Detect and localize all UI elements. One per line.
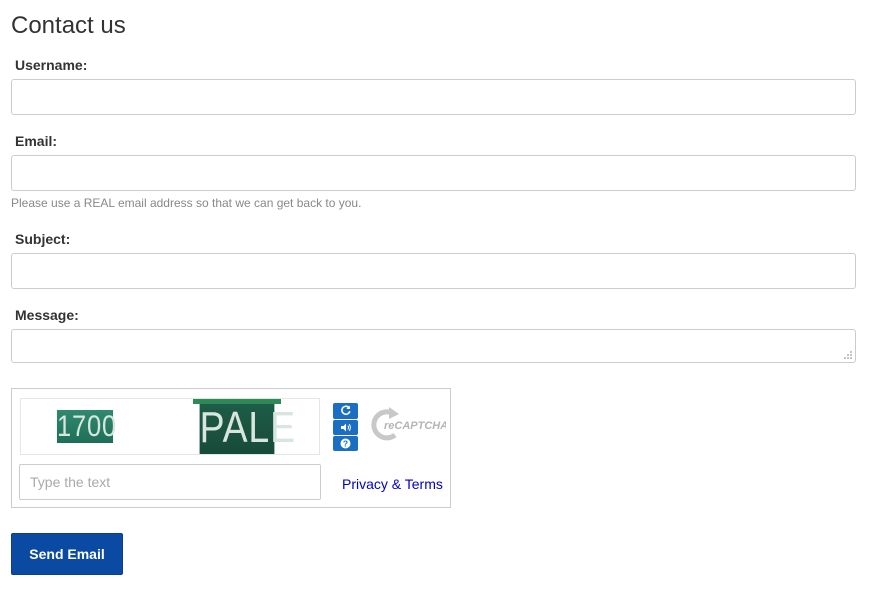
captcha-text-input[interactable] [19,464,321,500]
username-label: Username: [15,57,88,73]
email-help-text: Please use a REAL email address so that … [11,196,362,210]
svg-text:?: ? [343,438,348,448]
email-label: Email: [15,133,58,149]
resize-handle-icon[interactable] [843,350,853,360]
message-textarea[interactable] [11,329,856,363]
recaptcha-logo-icon: reCAPTCHA™ [371,407,446,441]
privacy-terms-link[interactable]: Privacy & Terms [342,477,443,491]
captcha-word-1: 1700 [56,410,118,443]
page-title: Contact us [11,12,126,39]
captcha-widget: 1700 PALE ? reCAPTCHA™ [11,388,451,508]
email-input[interactable] [11,155,856,191]
captcha-word-2: PALE [199,399,295,454]
captcha-image: 1700 PALE [20,398,320,455]
audio-icon[interactable] [333,420,358,435]
refresh-icon[interactable] [333,403,358,419]
help-icon[interactable]: ? [333,436,358,451]
message-label: Message: [15,307,79,323]
username-input[interactable] [11,79,856,115]
recaptcha-logo-text: reCAPTCHA™ [384,420,446,432]
send-email-button[interactable]: Send Email [11,533,123,575]
captcha-controls: ? [333,403,359,452]
captcha-word-2-band [193,399,281,404]
subject-input[interactable] [11,253,856,289]
subject-label: Subject: [15,231,71,247]
